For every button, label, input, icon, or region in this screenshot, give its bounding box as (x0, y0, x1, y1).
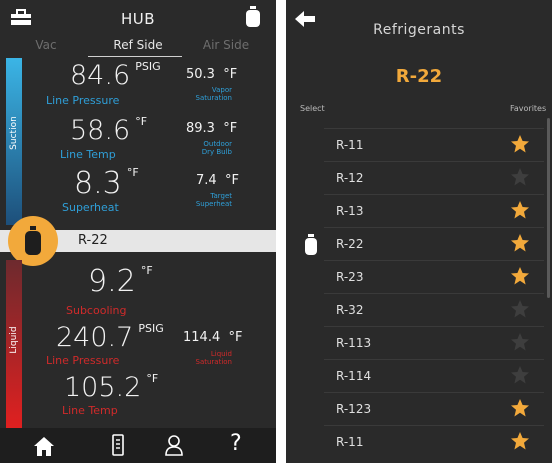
vapor-saturation-value: 50.3 °F (186, 67, 238, 82)
hub-screen: HUB Vac Ref Side Air Side Suction 84.6 P… (0, 0, 276, 463)
list-item[interactable]: R-113 (324, 326, 544, 359)
refrigerant-name: R-11 (336, 138, 364, 152)
target-superheat-value: 7.4 °F (196, 173, 239, 188)
refrigerant-name: R-12 (336, 171, 364, 185)
page-title: HUB (120, 10, 156, 28)
select-column-header: Select (300, 104, 325, 113)
outdoor-dry-bulb-value: 89.3 °F (186, 121, 238, 136)
tab-bar: Vac Ref Side Air Side (0, 38, 276, 58)
refrigerant-name: R-11 (336, 435, 364, 449)
device-icon[interactable] (111, 433, 125, 457)
superheat-value: 8.3 °F (74, 166, 139, 201)
refrigerant-name: R-13 (336, 204, 364, 218)
subcooling-label: Subcooling (66, 304, 127, 317)
refrigerant-name: R-123 (336, 402, 372, 416)
liquid-saturation-label: Liquid Saturation (195, 350, 233, 366)
liquid-bar: Liquid (6, 260, 22, 428)
liquid-line-temp-value: 105.2 °F (64, 372, 159, 403)
selected-tank-icon (305, 234, 317, 255)
home-icon[interactable] (32, 434, 56, 458)
selected-refrigerant: R-22 (395, 66, 443, 87)
user-icon[interactable] (164, 433, 184, 457)
star-filled-icon[interactable] (510, 134, 530, 154)
star-filled-icon[interactable] (510, 266, 530, 286)
page-title: Refrigerants (373, 22, 465, 38)
suction-label: Suction (9, 116, 19, 150)
star-empty-icon[interactable] (510, 365, 530, 385)
help-icon[interactable]: ? (230, 431, 242, 456)
list-item[interactable]: R-13 (324, 194, 544, 227)
suction-bar: Suction (6, 58, 22, 225)
scrollbar[interactable] (547, 118, 550, 298)
liquid-line-temp-label: Line Temp (62, 404, 118, 417)
liquid-line-pressure-value: 240.7 PSIG (56, 322, 164, 353)
refrigerant-list: R-11 R-12 R-13 R-22 R-23 R-32 R-113 R-114 R-123 R… (324, 128, 544, 458)
tab-ref-side[interactable]: Ref Side (98, 38, 178, 52)
tab-vac[interactable]: Vac (6, 38, 86, 52)
list-item[interactable]: R-11 (324, 128, 544, 161)
star-empty-icon[interactable] (510, 332, 530, 352)
list-item[interactable]: R-123 (324, 392, 544, 425)
tab-underline (88, 56, 182, 57)
line-pressure-label: Line Pressure (46, 94, 120, 107)
list-item[interactable]: R-12 (324, 161, 544, 194)
tab-air-side[interactable]: Air Side (186, 38, 266, 52)
list-item[interactable]: R-23 (324, 260, 544, 293)
list-item[interactable]: R-32 (324, 293, 544, 326)
superheat-label: Superheat (62, 201, 119, 214)
refrigerants-screen: Refrigerants R-22 Select Favorites R-11 R… (286, 0, 552, 463)
star-filled-icon[interactable] (510, 398, 530, 418)
liquid-label: Liquid (9, 326, 19, 354)
star-filled-icon[interactable] (510, 431, 530, 451)
refrigerant-name: R-32 (336, 303, 364, 317)
refrigerant-name: R-23 (336, 270, 364, 284)
line-pressure-value: 84.6 PSIG (70, 60, 161, 91)
line-temp-value: 58.6 °F (70, 115, 148, 146)
star-filled-icon[interactable] (510, 233, 530, 253)
target-superheat-label: Target Superheat (195, 192, 232, 208)
list-item[interactable]: R-22 (324, 227, 544, 260)
tank-icon[interactable] (245, 6, 261, 28)
star-empty-icon[interactable] (510, 299, 530, 319)
liquid-saturation-value: 114.4 °F (183, 330, 243, 345)
outdoor-dry-bulb-label: Outdoor Dry Bulb (201, 140, 232, 156)
list-item[interactable]: R-11 (324, 425, 544, 458)
list-item[interactable]: R-114 (324, 359, 544, 392)
refrigerant-name: R-114 (336, 369, 372, 383)
favorites-column-header: Favorites (510, 104, 547, 113)
subcooling-value: 9.2 °F (88, 264, 153, 299)
star-filled-icon[interactable] (510, 200, 530, 220)
refrigerant-name: R-22 (336, 237, 364, 251)
vapor-saturation-label: Vapor Saturation (195, 86, 233, 102)
star-empty-icon[interactable] (510, 167, 530, 187)
line-temp-label: Line Temp (60, 148, 116, 161)
tank-icon (25, 226, 41, 255)
refrigerant-name: R-22 (78, 233, 108, 248)
bottom-nav: ? (0, 428, 276, 463)
refrigerant-name: R-113 (336, 336, 372, 350)
liquid-line-pressure-label: Line Pressure (46, 354, 120, 367)
refrigerant-button[interactable] (8, 216, 58, 266)
